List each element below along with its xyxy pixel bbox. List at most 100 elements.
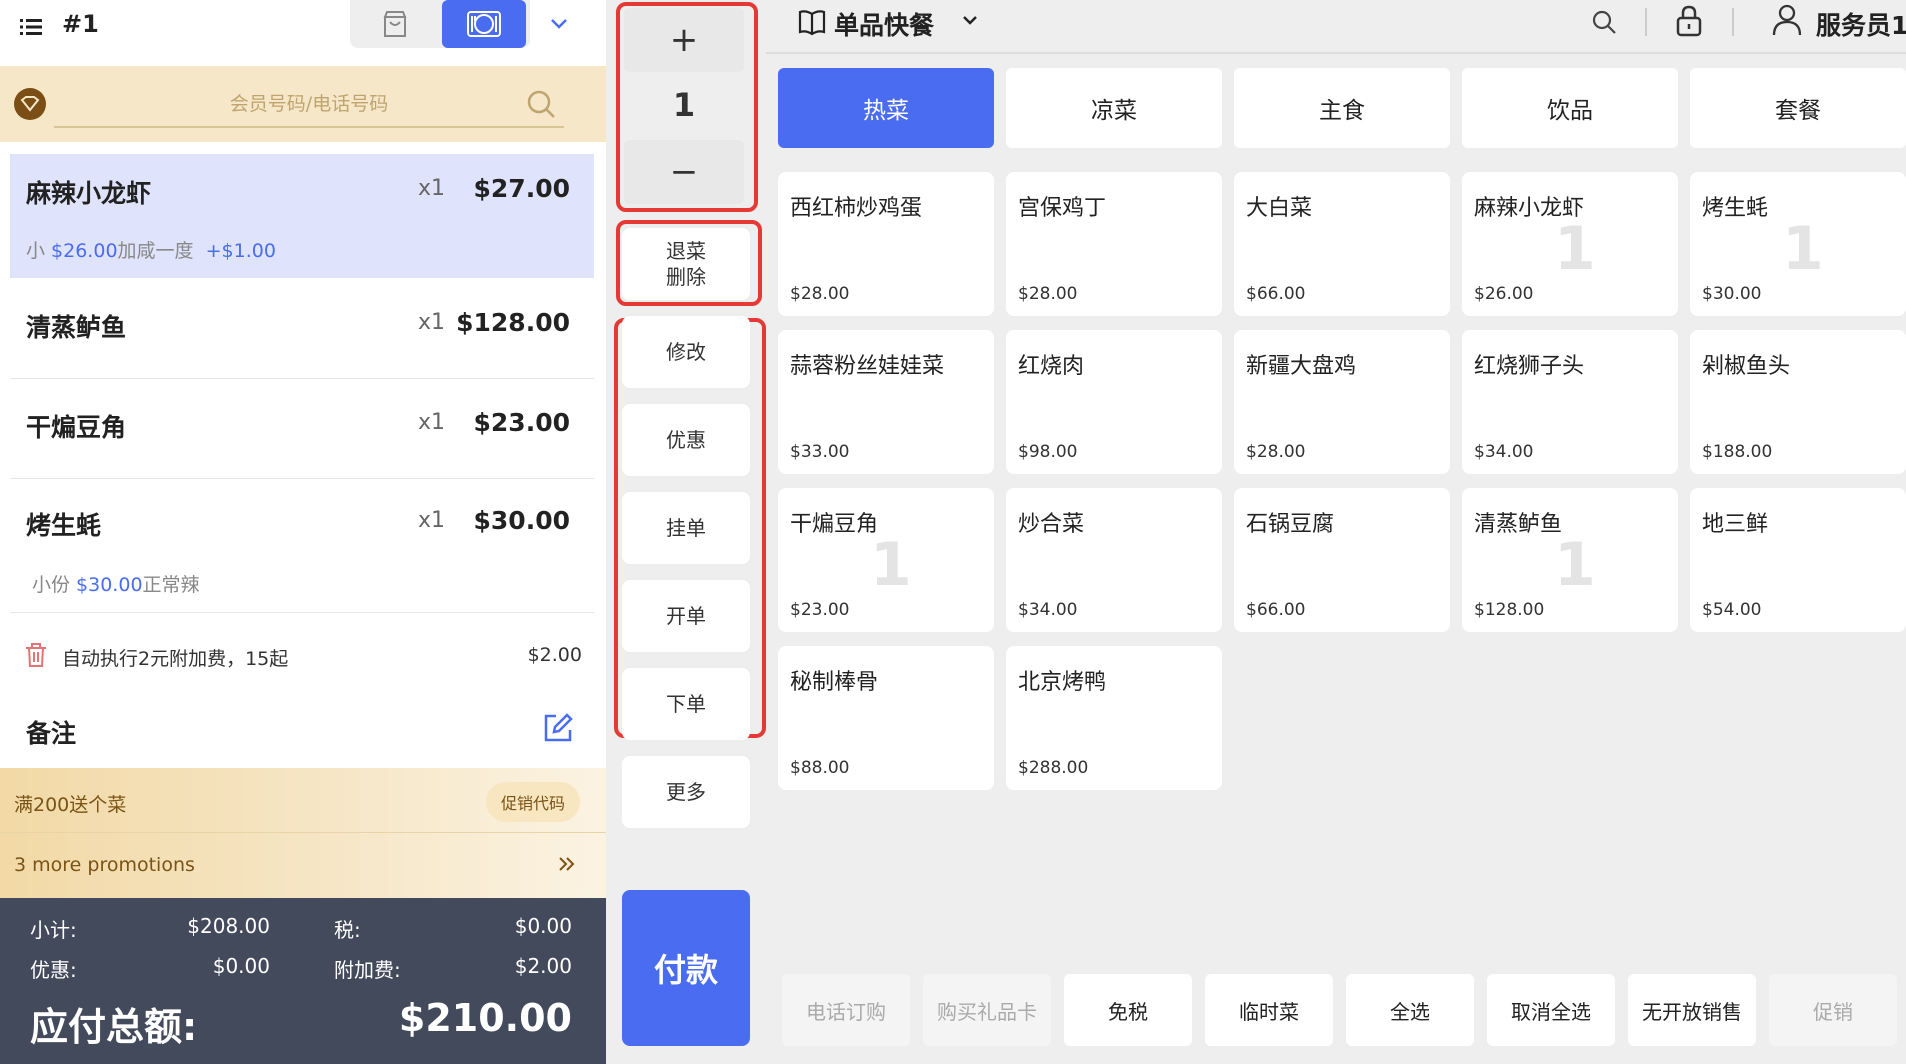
deselect-all-button[interactable]: 取消全选	[1487, 974, 1615, 1046]
notes-row[interactable]: 备注	[10, 700, 594, 760]
dish-card[interactable]: 石锅豆腐 $66.00	[1234, 488, 1450, 632]
dish-card[interactable]: 秘制棒骨 $88.00	[778, 646, 994, 790]
dish-price: $54.00	[1702, 600, 1762, 620]
dine-in-mode-button[interactable]	[442, 0, 526, 48]
dish-card[interactable]: 宫保鸡丁 $28.00	[1006, 172, 1222, 316]
search-icon[interactable]	[525, 88, 557, 120]
subtotal-value: $208.00	[187, 914, 270, 938]
notes-label: 备注	[26, 719, 77, 748]
order-item-price: $27.00	[473, 174, 570, 203]
select-all-button[interactable]: 全选	[1346, 974, 1474, 1046]
place-order-button[interactable]: 下单	[622, 668, 750, 740]
dish-name: 烤生蚝	[1702, 196, 1769, 221]
search-icon[interactable]	[1590, 8, 1618, 36]
discount-label: 优惠:	[30, 958, 77, 982]
modifier-price: $30.00	[76, 574, 143, 596]
dish-name: 红烧肉	[1018, 354, 1085, 379]
divider	[1645, 8, 1647, 36]
dish-count: 1	[870, 530, 912, 600]
dish-price: $30.00	[1702, 284, 1762, 304]
category-tab[interactable]: 饮品	[1462, 68, 1678, 148]
category-tab[interactable]: 套餐	[1690, 68, 1906, 148]
dish-card[interactable]: 蒜蓉粉丝娃娃菜 $33.00	[778, 330, 994, 474]
menu-icon[interactable]	[18, 14, 44, 40]
dish-name: 剁椒鱼头	[1702, 354, 1791, 379]
order-item[interactable]: 清蒸鲈鱼 x1 $128.00	[10, 288, 594, 378]
surcharge-text: 自动执行2元附加费，15起	[62, 648, 289, 670]
dish-card[interactable]: 地三鲜 $54.00	[1690, 488, 1906, 632]
order-header: #1	[0, 0, 606, 66]
tax-exempt-button[interactable]: 免税	[1064, 974, 1192, 1046]
modify-button[interactable]: 修改	[622, 316, 750, 388]
order-item-name: 清蒸鲈鱼	[26, 313, 127, 342]
modifier-size: 小	[26, 240, 52, 262]
dish-name: 石锅豆腐	[1246, 512, 1335, 537]
user-name[interactable]: 服务员1	[1816, 6, 1906, 42]
discount-button[interactable]: 优惠	[622, 404, 750, 476]
buy-gift-card-button[interactable]: 购买礼品卡	[923, 974, 1051, 1046]
surcharge-amount: $2.00	[527, 644, 582, 666]
open-sale-button[interactable]: 无开放销售	[1628, 974, 1756, 1046]
dish-name: 新疆大盘鸡	[1246, 354, 1357, 379]
dish-price: $66.00	[1246, 600, 1306, 620]
open-order-button[interactable]: 开单	[622, 580, 750, 652]
dish-price: $98.00	[1018, 442, 1078, 462]
dish-count: 1	[1554, 530, 1596, 600]
dish-card[interactable]: 新疆大盘鸡 $28.00	[1234, 330, 1450, 474]
order-item[interactable]: 烤生蚝 x1 $30.00 小份 $30.00正常辣	[10, 488, 594, 612]
takeout-mode-button[interactable]	[360, 6, 430, 42]
quantity-increase-button[interactable]: +	[624, 8, 744, 72]
chevron-right-icon[interactable]	[556, 852, 578, 876]
dish-card[interactable]: 剁椒鱼头 $188.00	[1690, 330, 1906, 474]
category-tab[interactable]: 主食	[1234, 68, 1450, 148]
dish-card[interactable]: 1 干煸豆角 $23.00	[778, 488, 994, 632]
order-item[interactable]: 麻辣小龙虾 x1 $27.00 小 $26.00加咸一度 +$1.00	[10, 154, 594, 278]
edit-icon[interactable]	[542, 712, 574, 744]
dish-card[interactable]: 炒合菜 $34.00	[1006, 488, 1222, 632]
dish-card[interactable]: 红烧肉 $98.00	[1006, 330, 1222, 474]
order-item-modifier: 小 $26.00加咸一度 +$1.00	[26, 236, 276, 263]
dish-price: $66.00	[1246, 284, 1306, 304]
more-promotions-link[interactable]: 3 more promotions	[14, 854, 195, 876]
order-item-qty: x1	[418, 310, 446, 335]
dish-card[interactable]: 红烧狮子头 $34.00	[1462, 330, 1678, 474]
user-icon[interactable]	[1772, 4, 1802, 36]
trash-icon[interactable]	[24, 642, 48, 668]
dish-card[interactable]: 1 麻辣小龙虾 $26.00	[1462, 172, 1678, 316]
dish-name: 地三鲜	[1702, 512, 1769, 537]
order-item-qty: x1	[418, 508, 446, 533]
hold-order-button[interactable]: 挂单	[622, 492, 750, 564]
promo-code-button[interactable]: 促销代码	[486, 782, 580, 822]
pay-button[interactable]: 付款	[622, 890, 750, 1046]
phone-order-button[interactable]: 电话订购	[782, 974, 910, 1046]
modifier-extra: +$1.00	[205, 240, 276, 262]
category-tab[interactable]: 凉菜	[1006, 68, 1222, 148]
dish-count: 1	[1782, 214, 1824, 284]
lock-icon[interactable]	[1675, 4, 1703, 38]
tax-value: $0.00	[514, 914, 572, 938]
void-delete-button[interactable]: 退菜 删除	[622, 228, 750, 300]
promotion-panel: 满200送个菜 促销代码 3 more promotions	[0, 768, 606, 898]
menu-title[interactable]: 单品快餐	[834, 6, 934, 42]
dish-card[interactable]: 1 清蒸鲈鱼 $128.00	[1462, 488, 1678, 632]
chevron-down-icon[interactable]	[960, 10, 980, 30]
dish-price: $288.00	[1018, 758, 1089, 778]
dish-card[interactable]: 西红柿炒鸡蛋 $28.00	[778, 172, 994, 316]
category-tab[interactable]: 热菜	[778, 68, 994, 148]
more-actions-button[interactable]: 更多	[622, 756, 750, 828]
promotion-button[interactable]: 促销	[1769, 974, 1897, 1046]
dish-price: $28.00	[1246, 442, 1306, 462]
custom-item-button[interactable]: 临时菜	[1205, 974, 1333, 1046]
order-item-qty: x1	[418, 176, 446, 201]
member-search-input[interactable]	[54, 82, 564, 128]
dish-name: 秘制棒骨	[790, 670, 879, 695]
mode-dropdown-button[interactable]	[544, 6, 574, 42]
modifier-size: 小份	[32, 574, 77, 596]
member-badge-icon	[14, 88, 46, 120]
quantity-decrease-button[interactable]: −	[624, 140, 744, 204]
dish-card[interactable]: 北京烤鸭 $288.00	[1006, 646, 1222, 790]
dish-card[interactable]: 大白菜 $66.00	[1234, 172, 1450, 316]
order-item[interactable]: 干煸豆角 x1 $23.00	[10, 388, 594, 478]
divider	[10, 378, 594, 379]
dish-card[interactable]: 1 烤生蚝 $30.00	[1690, 172, 1906, 316]
